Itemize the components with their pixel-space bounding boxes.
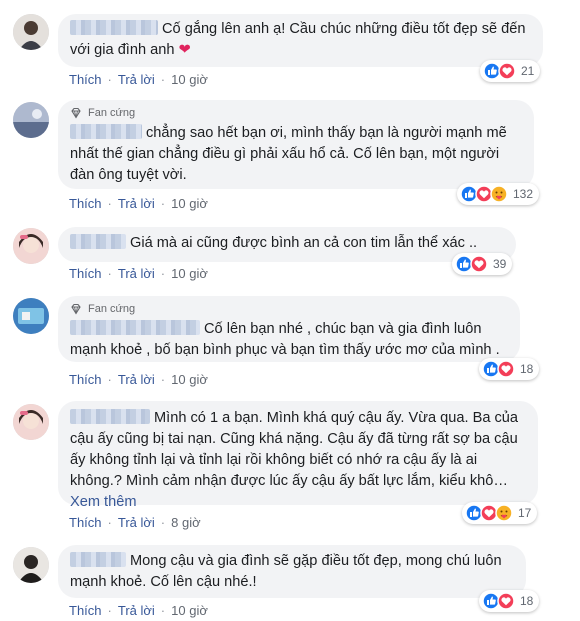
reaction-count: 18 — [520, 594, 534, 608]
diamond-icon — [71, 303, 81, 315]
comment-actions: Thích · Trả lời · 10 giờ — [69, 196, 208, 211]
reaction-count: 39 — [493, 257, 507, 271]
redacted-name — [70, 409, 150, 424]
reaction-summary[interactable]: 18 — [479, 358, 540, 380]
reaction-summary[interactable]: 18 — [479, 590, 540, 612]
see-more-link[interactable]: Xem thêm — [70, 494, 137, 510]
reaction-count: 132 — [513, 187, 534, 201]
comment-bubble: Mong cậu và gia đình sẽ gặp điều tốt đẹp… — [58, 545, 526, 598]
timestamp[interactable]: 10 giờ — [171, 196, 208, 211]
heart-emoji-icon: ❤ — [174, 42, 191, 58]
reaction-summary[interactable]: 21 — [480, 60, 541, 82]
fan-badge: Fan cứng — [70, 106, 522, 120]
fan-badge: Fan cứng — [70, 302, 508, 316]
reply-link[interactable]: Trả lời — [118, 603, 155, 618]
diamond-icon — [71, 107, 81, 119]
timestamp[interactable]: 8 giờ — [171, 515, 201, 530]
like-link[interactable]: Thích — [69, 603, 102, 618]
comment-actions: Thích · Trả lời · 10 giờ — [69, 603, 208, 618]
like-link[interactable]: Thích — [69, 372, 102, 387]
comment-bubble: Mình có 1 a bạn. Mình khá quý cậu ấy. Vừ… — [58, 401, 538, 510]
redacted-name — [70, 124, 142, 139]
like-link[interactable]: Thích — [69, 515, 102, 530]
care-reaction-icon — [490, 185, 508, 203]
love-reaction-icon — [497, 592, 515, 610]
redacted-name — [70, 234, 126, 249]
timestamp[interactable]: 10 giờ — [171, 372, 208, 387]
avatar[interactable] — [13, 547, 49, 583]
timestamp[interactable]: 10 giờ — [171, 603, 208, 618]
like-link[interactable]: Thích — [69, 72, 102, 87]
comment-bubble: Fan cứng chẳng sao hết bạn ơi, mình thấy… — [58, 100, 534, 189]
like-link[interactable]: Thích — [69, 196, 102, 211]
comment-text: Mong cậu và gia đình sẽ gặp điều tốt đẹp… — [70, 553, 502, 590]
comment-bubble: Giá mà ai cũng được bình an cả con tim l… — [58, 227, 516, 262]
avatar[interactable] — [13, 102, 49, 138]
reaction-summary[interactable]: 17 — [462, 502, 538, 524]
avatar[interactable] — [13, 404, 49, 440]
care-reaction-icon — [495, 504, 513, 522]
comment-text: Giá mà ai cũng được bình an cả con tim l… — [130, 235, 478, 251]
like-link[interactable]: Thích — [69, 266, 102, 281]
comment-bubble: Cố gắng lên anh ạ! Cầu chúc những điều t… — [58, 14, 543, 67]
reaction-summary[interactable]: 132 — [457, 183, 540, 205]
avatar[interactable] — [13, 14, 49, 50]
reaction-count: 21 — [521, 64, 535, 78]
redacted-name — [70, 20, 158, 35]
reply-link[interactable]: Trả lời — [118, 72, 155, 87]
timestamp[interactable]: 10 giờ — [171, 72, 208, 87]
comment-actions: Thích · Trả lời · 10 giờ — [69, 266, 208, 281]
comment-actions: Thích · Trả lời · 10 giờ — [69, 72, 208, 87]
love-reaction-icon — [498, 62, 516, 80]
reply-link[interactable]: Trả lời — [118, 372, 155, 387]
love-reaction-icon — [497, 360, 515, 378]
avatar[interactable] — [13, 298, 49, 334]
reaction-count: 18 — [520, 362, 534, 376]
comment-actions: Thích · Trả lời · 10 giờ — [69, 372, 208, 387]
timestamp[interactable]: 10 giờ — [171, 266, 208, 281]
redacted-name — [70, 320, 200, 335]
avatar[interactable] — [13, 228, 49, 264]
reaction-summary[interactable]: 39 — [452, 253, 513, 275]
redacted-name — [70, 552, 126, 567]
reply-link[interactable]: Trả lời — [118, 266, 155, 281]
reaction-count: 17 — [518, 506, 532, 520]
reply-link[interactable]: Trả lời — [118, 515, 155, 530]
reply-link[interactable]: Trả lời — [118, 196, 155, 211]
love-reaction-icon — [470, 255, 488, 273]
comment-actions: Thích · Trả lời · 8 giờ — [69, 515, 201, 530]
comment-bubble: Fan cứng Cố lên bạn nhé , chúc bạn và gi… — [58, 296, 520, 362]
